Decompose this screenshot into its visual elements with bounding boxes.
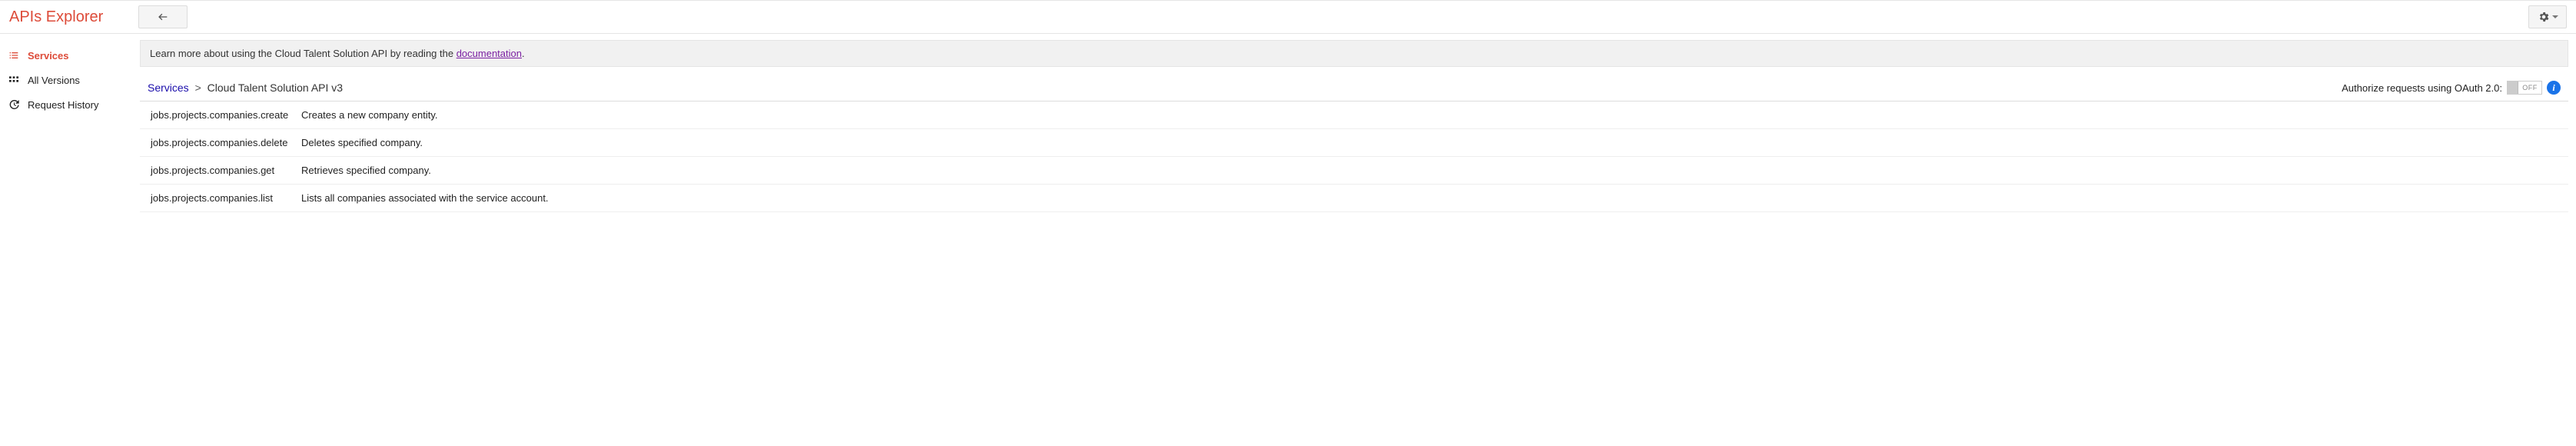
breadcrumb-row: Services > Cloud Talent Solution API v3 … [140,67,2568,102]
breadcrumb-current: Cloud Talent Solution API v3 [207,82,343,94]
chevron-down-icon [2552,15,2558,18]
method-description: Lists all companies associated with the … [301,192,549,204]
method-name: jobs.projects.companies.list [148,192,301,204]
breadcrumb-root-link[interactable]: Services [148,82,189,94]
method-row[interactable]: jobs.projects.companies.createCreates a … [140,102,2568,129]
sidebar-item-request-history[interactable]: Request History [0,92,140,117]
back-button[interactable] [138,5,188,28]
grid-icon [8,74,20,86]
toggle-state-label: OFF [2518,84,2541,92]
method-row[interactable]: jobs.projects.companies.listLists all co… [140,185,2568,212]
sidebar-item-label: Request History [28,99,98,111]
header-bar: APIs Explorer [0,0,2576,34]
gear-icon [2538,11,2550,23]
method-name: jobs.projects.companies.get [148,165,301,176]
sidebar-item-services[interactable]: Services [0,43,140,68]
auth-controls: Authorize requests using OAuth 2.0: OFF … [2342,81,2561,95]
banner-text-prefix: Learn more about using the Cloud Talent … [150,48,456,59]
sidebar-item-label: Services [28,50,69,62]
oauth-toggle[interactable]: OFF [2507,81,2542,95]
method-row[interactable]: jobs.projects.companies.deleteDeletes sp… [140,129,2568,157]
sidebar-item-label: All Versions [28,75,80,86]
method-description: Retrieves specified company. [301,165,431,176]
banner-text-suffix: . [522,48,525,59]
brand-title: APIs Explorer [6,8,138,26]
info-icon[interactable]: i [2547,81,2561,95]
method-row[interactable]: jobs.projects.companies.getRetrieves spe… [140,157,2568,185]
breadcrumb-separator: > [192,82,204,94]
settings-menu-button[interactable] [2528,5,2567,28]
breadcrumb: Services > Cloud Talent Solution API v3 [148,82,343,94]
info-banner: Learn more about using the Cloud Talent … [140,40,2568,67]
method-name: jobs.projects.companies.create [148,109,301,121]
history-icon [8,98,20,111]
sidebar-item-all-versions[interactable]: All Versions [0,68,140,92]
main-content: Learn more about using the Cloud Talent … [140,34,2576,212]
method-description: Creates a new company entity. [301,109,438,121]
back-arrow-icon [155,11,171,23]
methods-table: jobs.projects.companies.createCreates a … [140,102,2568,212]
list-icon [8,49,20,62]
sidebar: Services All Versions Request History [0,34,140,212]
method-name: jobs.projects.companies.delete [148,137,301,148]
documentation-link[interactable]: documentation [456,48,522,59]
method-description: Deletes specified company. [301,137,423,148]
toggle-knob [2508,82,2518,94]
auth-label: Authorize requests using OAuth 2.0: [2342,82,2502,94]
